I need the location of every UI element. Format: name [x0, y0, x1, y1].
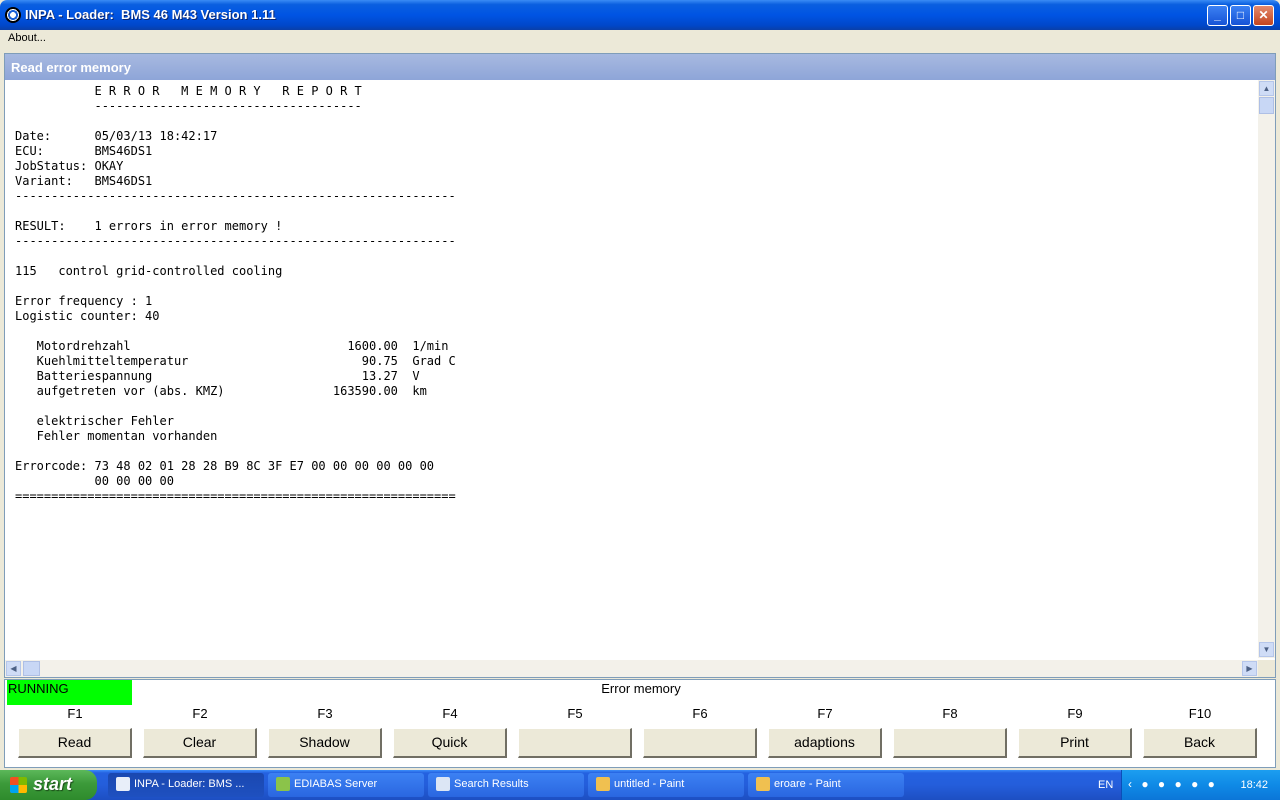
fkey-label-f9: F9: [1067, 706, 1083, 721]
function-key-area: RUNNING Error memory F1 Read F2 Clear F3 Shad…: [4, 679, 1276, 768]
close-button[interactable]: ✕: [1253, 5, 1274, 26]
horizontal-scrollbar[interactable]: ◀ ▶: [5, 660, 1258, 677]
fkey-label-f7: F7: [817, 706, 833, 721]
bmw-icon: [5, 7, 21, 23]
minimize-button[interactable]: _: [1207, 5, 1228, 26]
taskbar-item[interactable]: eroare - Paint: [748, 773, 904, 797]
clock[interactable]: 18:42: [1240, 779, 1268, 791]
report-line: ----------------------------------------…: [15, 234, 456, 248]
window-title: INPA - Loader: BMS 46 M43 Version 1.11: [25, 7, 276, 22]
menu-bar: About...: [0, 30, 1280, 48]
report-line: Fehler momentan vorhanden: [15, 429, 218, 443]
report-line: [15, 249, 456, 264]
taskbar-item-label: INPA - Loader: BMS ...: [134, 778, 245, 790]
error-memory-report: E R R O R M E M O R Y R E P O R T ------…: [15, 84, 456, 504]
scroll-right-button[interactable]: ▶: [1242, 661, 1257, 676]
fkey-button-f7[interactable]: adaptions: [768, 728, 882, 758]
report-line: ----------------------------------------…: [15, 189, 456, 203]
ediabas-icon: [276, 777, 290, 791]
horizontal-scroll-thumb[interactable]: [23, 661, 40, 676]
taskbar-item-label: EDIABAS Server: [294, 778, 378, 790]
report-line: [15, 114, 456, 129]
fkey-label-f10: F10: [1188, 706, 1212, 721]
search-results-icon: [436, 777, 450, 791]
report-line: 115 control grid-controlled cooling: [15, 264, 283, 278]
report-line: Motordrehzahl 1600.00 1/min: [15, 339, 449, 353]
report-line: Date: 05/03/13 18:42:17: [15, 129, 218, 143]
report-panel: Read error memory E R R O R M E M O R Y …: [4, 53, 1276, 678]
taskbar-item[interactable]: INPA - Loader: BMS ...: [108, 773, 264, 797]
fkey-label-f2: F2: [192, 706, 208, 721]
report-line: Errorcode: 73 48 02 01 28 28 B9 8C 3F E7…: [15, 459, 435, 473]
fkey-label-f5: F5: [567, 706, 583, 721]
scroll-corner: [1258, 660, 1275, 677]
report-line: RESULT: 1 errors in error memory !: [15, 219, 283, 233]
report-line: -------------------------------------: [15, 99, 362, 113]
report-line: Kuehlmitteltemperatur 90.75 Grad C: [15, 354, 456, 368]
title-bar[interactable]: INPA - Loader: BMS 46 M43 Version 1.11 _…: [0, 0, 1280, 30]
start-label: start: [33, 774, 73, 794]
report-line: Logistic counter: 40: [15, 309, 160, 323]
maximize-button[interactable]: □: [1230, 5, 1251, 26]
report-line: 00 00 00 00: [15, 474, 174, 488]
screen-title: Error memory: [601, 681, 681, 696]
fkey-button-f9[interactable]: Print: [1018, 728, 1132, 758]
report-line: ========================================…: [15, 489, 456, 503]
vertical-scroll-thumb[interactable]: [1259, 97, 1274, 114]
report-line: [15, 204, 456, 219]
menu-about[interactable]: About...: [8, 32, 46, 44]
fkey-label-f1: F1: [67, 706, 83, 721]
report-line: E R R O R M E M O R Y R E P O R T: [15, 84, 362, 98]
fkey-label-f6: F6: [692, 706, 708, 721]
tray-icons[interactable]: ‹ ● ● ● ● ●: [1128, 777, 1218, 791]
report-line: Batteriespannung 13.27 V: [15, 369, 420, 383]
report-line: ECU: BMS46DS1: [15, 144, 153, 158]
report-line: [15, 279, 456, 294]
taskbar: start INPA - Loader: BMS ... EDIABAS Serv…: [0, 770, 1280, 800]
fkey-label-f8: F8: [942, 706, 958, 721]
taskbar-item-label: eroare - Paint: [774, 778, 841, 790]
report-line: Error frequency : 1: [15, 294, 153, 308]
taskbar-item-label: Search Results: [454, 778, 529, 790]
fkey-label-f4: F4: [442, 706, 458, 721]
report-line: [15, 399, 456, 414]
taskbar-item[interactable]: untitled - Paint: [588, 773, 744, 797]
fkey-button-f2[interactable]: Clear: [143, 728, 257, 758]
fkey-button-f5[interactable]: [518, 728, 632, 758]
vertical-scrollbar[interactable]: ▲ ▼: [1258, 80, 1275, 658]
report-line: [15, 324, 456, 339]
fkey-label-f3: F3: [317, 706, 333, 721]
panel-title: Read error memory: [5, 54, 1275, 80]
scroll-up-button[interactable]: ▲: [1259, 81, 1274, 96]
system-tray: EN ‹ ● ● ● ● ● 18:42: [1098, 770, 1280, 800]
report-line: JobStatus: OKAY: [15, 159, 124, 173]
taskbar-item[interactable]: Search Results: [428, 773, 584, 797]
fkey-button-f10[interactable]: Back: [1143, 728, 1257, 758]
report-line: Variant: BMS46DS1: [15, 174, 153, 188]
report-line: elektrischer Fehler: [15, 414, 174, 428]
start-button[interactable]: start: [0, 770, 97, 800]
scroll-left-button[interactable]: ◀: [6, 661, 21, 676]
paint-icon: [596, 777, 610, 791]
language-indicator[interactable]: EN: [1098, 779, 1113, 791]
scroll-down-button[interactable]: ▼: [1259, 642, 1274, 657]
paint-icon: [756, 777, 770, 791]
report-line: [15, 444, 456, 459]
bmw-icon: [116, 777, 130, 791]
fkey-button-f6[interactable]: [643, 728, 757, 758]
fkey-button-f3[interactable]: Shadow: [268, 728, 382, 758]
fkey-button-f8[interactable]: [893, 728, 1007, 758]
taskbar-item-label: untitled - Paint: [614, 778, 685, 790]
fkey-button-f1[interactable]: Read: [18, 728, 132, 758]
taskbar-item[interactable]: EDIABAS Server: [268, 773, 424, 797]
fkey-button-f4[interactable]: Quick: [393, 728, 507, 758]
report-line: aufgetreten vor (abs. KMZ) 163590.00 km: [15, 384, 427, 398]
